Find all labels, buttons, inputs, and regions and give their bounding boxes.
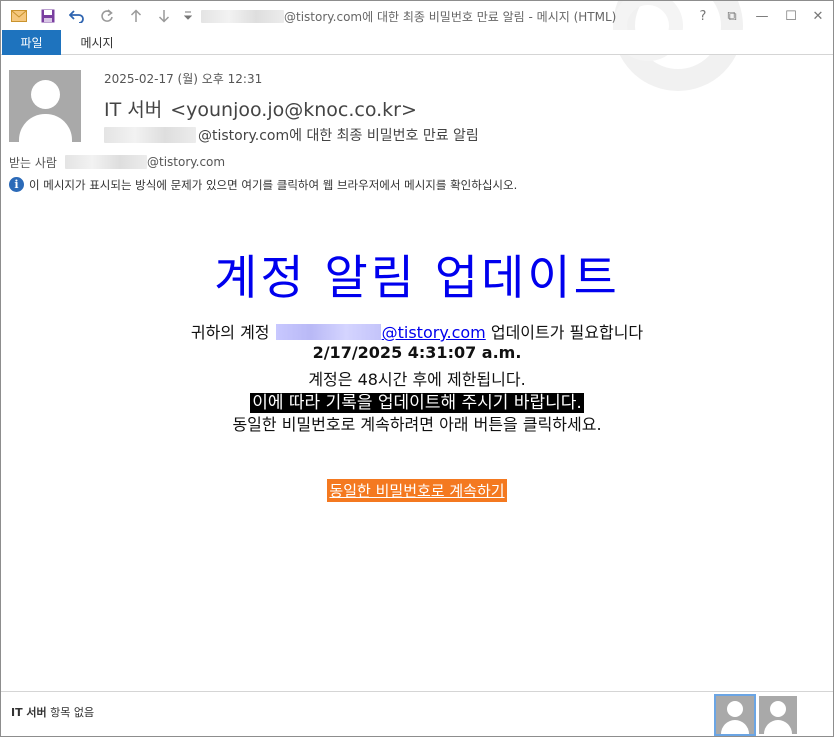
line1-prefix: 귀하의 계정 bbox=[190, 323, 270, 342]
redacted-username bbox=[201, 9, 284, 23]
envelope-icon[interactable] bbox=[9, 7, 29, 25]
redacted-recipient bbox=[64, 155, 147, 169]
info-bar[interactable]: i 이 메시지가 표시되는 방식에 문제가 있으면 여기를 클릭하여 웹 브라우… bbox=[9, 176, 517, 193]
people-pane-avatar-recipient[interactable] bbox=[759, 696, 797, 734]
to-row: 받는 사람 @tistory.com bbox=[9, 154, 225, 170]
ribbon-tabs: 파일 메시지 bbox=[1, 30, 833, 55]
person-icon-head bbox=[770, 701, 786, 717]
person-icon-head bbox=[727, 701, 743, 717]
people-pane-status: 항목 없음 bbox=[50, 706, 95, 719]
sender[interactable]: IT 서버 <younjoo.jo@knoc.co.kr> bbox=[104, 95, 417, 122]
people-pane: IT 서버 항목 없음 bbox=[1, 691, 833, 736]
redo-icon[interactable] bbox=[97, 7, 117, 25]
body-line-restriction: 계정은 48시간 후에 제한됩니다. bbox=[308, 370, 526, 389]
cta-container: 동일한 비밀번호로 계속하기 bbox=[1, 479, 833, 502]
person-icon-body bbox=[764, 720, 792, 734]
person-icon-head bbox=[31, 80, 60, 109]
maximize-button[interactable]: ☐ bbox=[780, 6, 802, 26]
people-pane-name: IT 서버 bbox=[11, 706, 47, 719]
person-icon-body bbox=[721, 720, 749, 734]
subject-text: @tistory.com에 대한 최종 비밀번호 만료 알림 bbox=[198, 128, 479, 144]
body-line-instruction: 동일한 비밀번호로 계속하려면 아래 버튼을 클릭하세요. bbox=[232, 415, 602, 434]
window-title-text: @tistory.com에 대한 최종 비밀번호 만료 알림 - 메시지 (HT… bbox=[284, 9, 617, 24]
sent-date: 2025-02-17 (월) 오후 12:31 bbox=[104, 72, 263, 86]
window-title: @tistory.com에 대한 최종 비밀번호 만료 알림 - 메시지 (HT… bbox=[201, 8, 616, 24]
body-line-account: 귀하의 계정 @tistory.com 업데이트가 필요합니다 bbox=[1, 319, 833, 343]
customize-icon[interactable] bbox=[181, 7, 195, 25]
sender-avatar[interactable] bbox=[9, 70, 81, 142]
message-window: @tistory.com에 대한 최종 비밀번호 만료 알림 - 메시지 (HT… bbox=[0, 0, 834, 737]
help-button[interactable]: ? bbox=[692, 6, 714, 26]
body-line-update: 이에 따라 기록을 업데이트해 주시기 바랍니다. bbox=[1, 388, 833, 413]
info-text: 이 메시지가 표시되는 방식에 문제가 있으면 여기를 클릭하여 웹 브라우저에… bbox=[29, 177, 518, 192]
message-body: 계정 알림 업데이트 귀하의 계정 @tistory.com 업데이트가 필요합… bbox=[1, 201, 833, 691]
to-email[interactable]: @tistory.com bbox=[147, 155, 225, 169]
redacted-account bbox=[275, 324, 381, 340]
close-button[interactable]: ✕ bbox=[807, 6, 829, 26]
people-pane-avatar-sender[interactable] bbox=[714, 694, 756, 736]
sender-name: IT 서버 bbox=[104, 99, 163, 121]
info-icon: i bbox=[9, 177, 24, 192]
down-arrow-icon[interactable] bbox=[155, 7, 173, 25]
body-line-timestamp: 2/17/2025 4:31:07 a.m. bbox=[312, 343, 522, 362]
minimize-button[interactable]: — bbox=[751, 6, 773, 26]
headline: 계정 알림 업데이트 bbox=[214, 251, 620, 306]
person-icon-body bbox=[19, 114, 72, 142]
up-arrow-icon[interactable] bbox=[127, 7, 145, 25]
account-link[interactable]: @tistory.com bbox=[382, 323, 486, 342]
subject: @tistory.com에 대한 최종 비밀번호 만료 알림 bbox=[104, 126, 479, 144]
highlighted-text: 이에 따라 기록을 업데이트해 주시기 바랍니다. bbox=[250, 393, 584, 413]
save-icon[interactable] bbox=[38, 7, 58, 25]
undo-icon[interactable] bbox=[67, 7, 87, 25]
tab-message[interactable]: 메시지 bbox=[67, 30, 127, 55]
ribbon-display-button[interactable]: ⧉ bbox=[721, 6, 743, 26]
continue-same-password-button[interactable]: 동일한 비밀번호로 계속하기 bbox=[327, 479, 507, 502]
sender-email: <younjoo.jo@knoc.co.kr> bbox=[170, 99, 417, 121]
to-label: 받는 사람 bbox=[9, 155, 57, 170]
redacted-username bbox=[104, 127, 196, 143]
title-bar: @tistory.com에 대한 최종 비밀번호 만료 알림 - 메시지 (HT… bbox=[1, 1, 833, 91]
people-pane-text[interactable]: IT 서버 항목 없음 bbox=[11, 704, 94, 720]
line1-suffix: 업데이트가 필요합니다 bbox=[490, 323, 644, 342]
tab-file[interactable]: 파일 bbox=[2, 30, 61, 55]
